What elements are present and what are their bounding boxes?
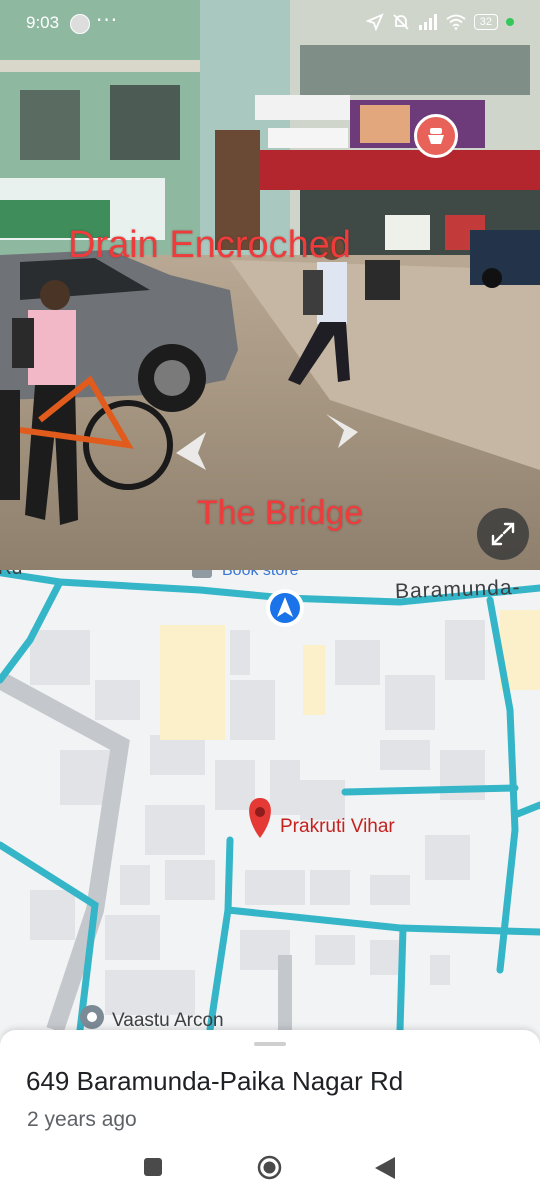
expand-arrows-icon [491,522,515,546]
triangle-back-icon [375,1157,395,1179]
poi-vaastu-arcon-label[interactable]: Vaastu Arcon [112,1010,224,1030]
battery-level: 32 [473,14,498,30]
expand-button[interactable] [477,508,529,560]
annotation-drain-encroached: Drain Encroched [68,224,352,266]
drag-handle[interactable] [254,1042,286,1046]
road-label-fragment: Rd [0,570,22,580]
pharmacy-marker[interactable] [414,114,458,158]
back-button[interactable] [375,1157,395,1183]
image-age: 2 years ago [27,1108,137,1131]
signal-icon [418,14,437,30]
status-icons: 32 [365,13,514,31]
annotation-the-bridge: The Bridge [197,494,364,532]
location-arrow-icon [365,13,384,31]
circle-home-icon [257,1155,282,1180]
pharmacy-mortar-icon [428,128,444,144]
home-button[interactable] [257,1155,282,1184]
wifi-icon [446,14,466,30]
notification-avatar-icon [70,14,90,34]
map-view[interactable]: Book store Baramunda- Prakruti Vihar Vaa… [0,570,540,1030]
privacy-indicator-dot [506,18,514,26]
nav-back-chevron-icon[interactable] [172,430,208,472]
bell-muted-icon [393,14,409,30]
pin-label-prakruti-vihar[interactable]: Prakruti Vihar [280,816,395,838]
street-scene [0,0,540,570]
map-canvas [0,570,540,1030]
road-label-baramunda: Baramunda- [394,575,521,604]
more-notifications-icon: ··· [96,8,119,32]
nav-forward-chevron-icon[interactable] [322,410,362,450]
street-view-photo[interactable]: Drain Encroched The Bridge [0,0,540,570]
place-bottom-sheet[interactable]: 649 Baramunda-Paika Nagar Rd 2 years ago [0,1030,540,1200]
status-time: 9:03 [26,13,60,32]
poi-bookstore-label[interactable]: Book store [222,570,298,580]
square-icon [144,1158,162,1176]
place-address: 649 Baramunda-Paika Nagar Rd [26,1066,404,1096]
status-bar: 9:03 ··· 32 [0,0,540,44]
recents-button[interactable] [144,1158,162,1180]
